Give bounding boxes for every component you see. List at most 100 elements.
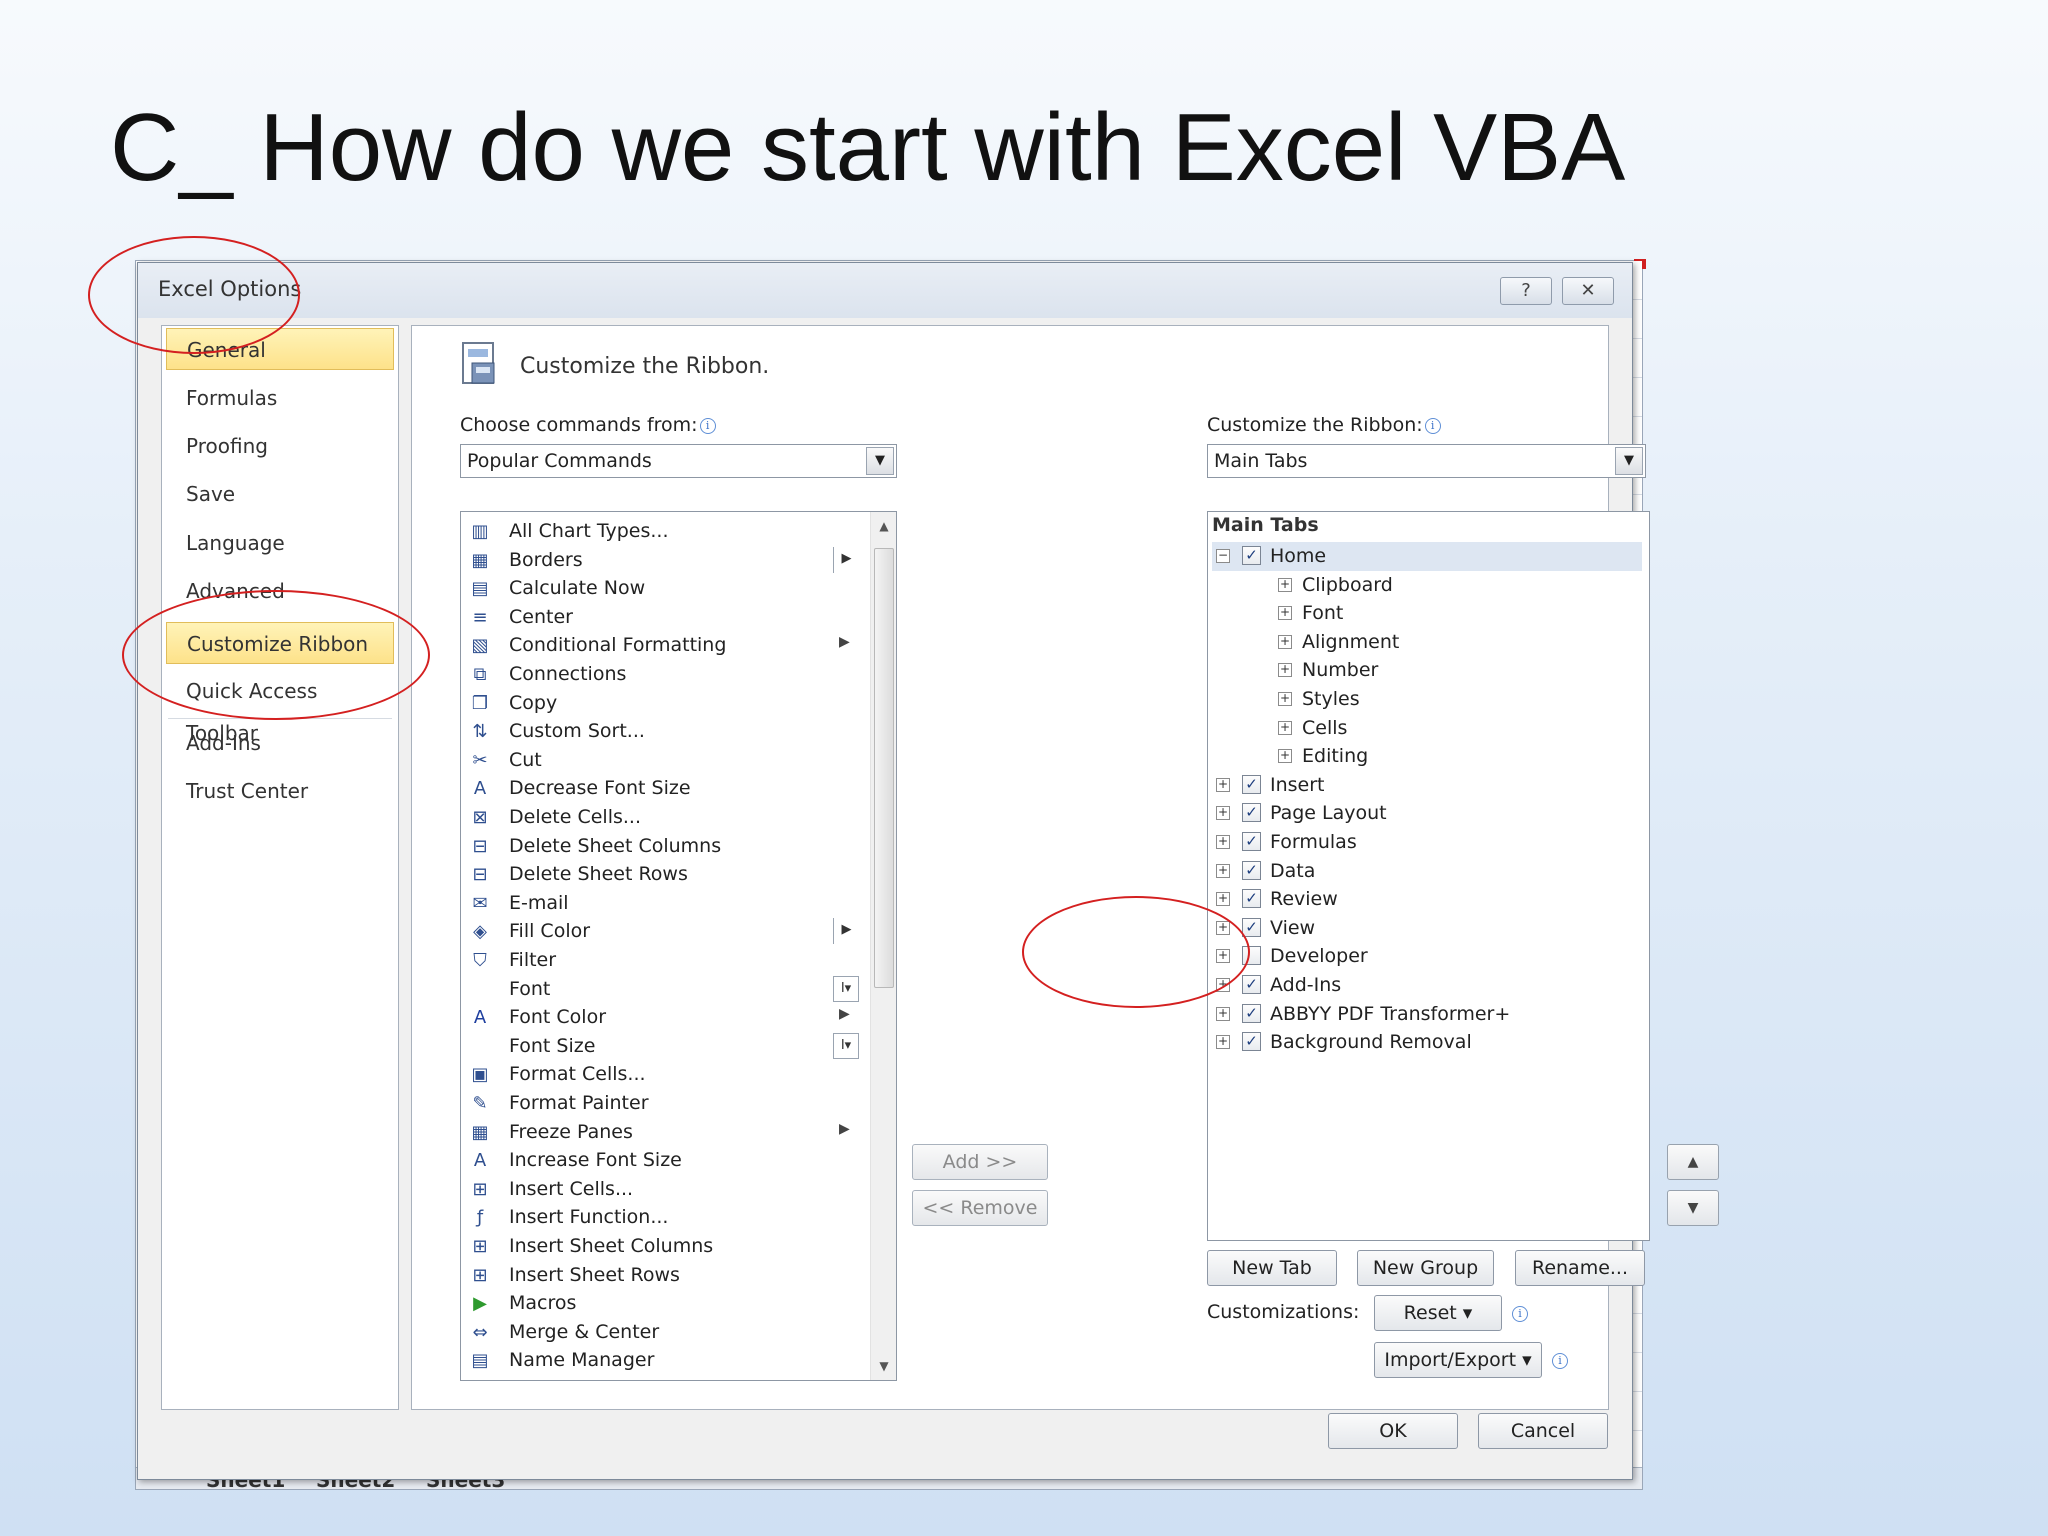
command-item[interactable]: ⛉ Filter: [461, 947, 861, 976]
command-item[interactable]: ▤ Name Manager: [461, 1347, 861, 1376]
command-item[interactable]: ✉ E-mail: [461, 890, 861, 919]
nav-language[interactable]: Language: [166, 522, 394, 564]
expand-icon[interactable]: +: [1278, 692, 1292, 706]
command-item[interactable]: ▧ Conditional Formatting ▶: [461, 632, 861, 661]
expand-icon[interactable]: +: [1216, 1006, 1230, 1021]
tree-tab-item[interactable]: + ✓ View: [1212, 914, 1642, 943]
commands-scrollbar[interactable]: ▲ ▼: [870, 512, 896, 1380]
command-item[interactable]: ▶ Macros: [461, 1290, 861, 1319]
tree-group-item[interactable]: + Alignment: [1212, 628, 1642, 657]
import-export-button[interactable]: Import/Export ▾: [1374, 1342, 1542, 1378]
tab-checkbox[interactable]: ✓: [1242, 1003, 1261, 1023]
rename-button[interactable]: Rename...: [1515, 1250, 1645, 1286]
tree-tab-item[interactable]: + ✓ ABBYY PDF Transformer+: [1212, 1000, 1642, 1029]
new-group-button[interactable]: New Group: [1357, 1250, 1494, 1286]
nav-save[interactable]: Save: [166, 473, 394, 515]
command-item[interactable]: ▣ Format Cells...: [461, 1061, 861, 1090]
tree-tab-item[interactable]: + ✓ Background Removal: [1212, 1028, 1642, 1057]
tab-checkbox[interactable]: ✓: [1242, 803, 1261, 823]
command-item[interactable]: ⊞ Insert Sheet Columns: [461, 1233, 861, 1262]
move-up-button[interactable]: ▲: [1667, 1144, 1719, 1180]
scroll-up-icon[interactable]: ▲: [871, 514, 896, 538]
command-item[interactable]: A Font Color ▶: [461, 1004, 861, 1033]
nav-formulas[interactable]: Formulas: [166, 377, 394, 419]
tree-tab-item[interactable]: + ✓ Add-Ins: [1212, 971, 1642, 1000]
tree-group-item[interactable]: + Editing: [1212, 742, 1642, 771]
nav-proofing[interactable]: Proofing: [166, 425, 394, 467]
new-tab-button[interactable]: New Tab: [1207, 1250, 1337, 1286]
expand-icon[interactable]: +: [1216, 892, 1230, 907]
expand-icon[interactable]: +: [1216, 806, 1230, 821]
ok-button[interactable]: OK: [1328, 1413, 1458, 1449]
command-item[interactable]: ❐ Copy: [461, 690, 861, 719]
tab-checkbox[interactable]: ✓: [1242, 889, 1261, 909]
command-item[interactable]: ✎ Format Painter: [461, 1090, 861, 1119]
expand-icon[interactable]: +: [1216, 1035, 1230, 1050]
command-item[interactable]: ⊠ Delete Cells...: [461, 804, 861, 833]
command-item[interactable]: A Decrease Font Size: [461, 775, 861, 804]
tree-tab-item[interactable]: + Developer: [1212, 942, 1642, 971]
expand-icon[interactable]: +: [1278, 663, 1292, 678]
tab-checkbox[interactable]: ✓: [1242, 546, 1261, 565]
tree-tab-item[interactable]: + ✓ Insert: [1212, 771, 1642, 800]
command-item[interactable]: ▦ Freeze Panes ▶: [461, 1119, 861, 1148]
tree-group-item[interactable]: + Cells: [1212, 714, 1642, 743]
customize-ribbon-dropdown[interactable]: Main Tabs ▼: [1207, 444, 1646, 478]
add-button[interactable]: Add >>: [912, 1144, 1048, 1180]
chevron-down-icon[interactable]: ▼: [1615, 447, 1643, 475]
command-item[interactable]: ✂ Cut: [461, 747, 861, 776]
command-item[interactable]: ƒ Insert Function...: [461, 1204, 861, 1233]
remove-button[interactable]: << Remove: [912, 1190, 1048, 1226]
command-item[interactable]: Font Size I▾: [461, 1032, 861, 1062]
expand-icon[interactable]: +: [1216, 777, 1230, 792]
command-item[interactable]: ≡ Center: [461, 604, 861, 633]
nav-trust-center[interactable]: Trust Center: [166, 770, 394, 812]
command-item[interactable]: ⊟ Delete Sheet Rows: [461, 861, 861, 890]
tree-group-item[interactable]: + Number: [1212, 656, 1642, 685]
commands-list[interactable]: ▲ ▼ ▥ All Chart Types... ▦ Borders ▶ ▤ Calcula…: [460, 511, 897, 1381]
tree-group-item[interactable]: + Font: [1212, 599, 1642, 628]
choose-commands-dropdown[interactable]: Popular Commands ▼: [460, 444, 897, 478]
tab-checkbox[interactable]: ✓: [1242, 975, 1261, 994]
command-item[interactable]: Font I▾: [461, 975, 861, 1005]
tab-checkbox[interactable]: ✓: [1242, 774, 1261, 794]
expand-icon[interactable]: +: [1278, 606, 1292, 621]
expand-icon[interactable]: +: [1278, 634, 1292, 649]
command-item[interactable]: ⇔ Merge & Center: [461, 1319, 861, 1348]
command-item[interactable]: ⧉ Connections: [461, 661, 861, 690]
expand-icon[interactable]: +: [1216, 835, 1230, 849]
command-item[interactable]: ⊞ Insert Cells...: [461, 1176, 861, 1205]
close-button[interactable]: ✕: [1562, 277, 1614, 305]
tab-checkbox[interactable]: ✓: [1242, 832, 1261, 851]
tree-tab-item[interactable]: + ✓ Page Layout: [1212, 799, 1642, 828]
tree-group-item[interactable]: + Clipboard: [1212, 571, 1642, 600]
tab-checkbox[interactable]: ✓: [1242, 1032, 1261, 1052]
cancel-button[interactable]: Cancel: [1478, 1413, 1608, 1449]
command-item[interactable]: ⊟ Delete Sheet Columns: [461, 833, 861, 862]
tree-group-item[interactable]: + Styles: [1212, 685, 1642, 714]
command-item[interactable]: ▤ Calculate Now: [461, 575, 861, 604]
chevron-down-icon[interactable]: ▼: [866, 447, 894, 475]
command-item[interactable]: ⇅ Custom Sort...: [461, 718, 861, 747]
scroll-down-icon[interactable]: ▼: [871, 1354, 896, 1378]
tree-tab-item[interactable]: − ✓ Home: [1212, 542, 1642, 571]
tree-tab-item[interactable]: + ✓ Data: [1212, 857, 1642, 886]
tab-checkbox[interactable]: ✓: [1242, 917, 1261, 937]
expand-icon[interactable]: +: [1278, 577, 1292, 592]
ribbon-tabs-tree[interactable]: Main Tabs − ✓ Home + Clipboard + Font + Alignmen…: [1207, 511, 1650, 1241]
tree-tab-item[interactable]: + ✓ Review: [1212, 885, 1642, 914]
expand-icon[interactable]: +: [1278, 749, 1292, 764]
reset-button[interactable]: Reset ▾: [1374, 1295, 1502, 1331]
nav-add-ins[interactable]: Add-Ins: [166, 722, 394, 764]
move-down-button[interactable]: ▼: [1667, 1190, 1719, 1226]
tree-tab-item[interactable]: + ✓ Formulas: [1212, 828, 1642, 857]
tab-checkbox[interactable]: ✓: [1242, 860, 1261, 880]
expand-icon[interactable]: +: [1216, 863, 1230, 878]
collapse-icon[interactable]: −: [1216, 549, 1230, 563]
help-button[interactable]: ?: [1500, 277, 1552, 305]
expand-icon[interactable]: +: [1278, 720, 1292, 735]
command-item[interactable]: ▦ Borders ▶: [461, 546, 861, 576]
command-item[interactable]: ◈ Fill Color ▶: [461, 918, 861, 947]
command-item[interactable]: ▥ All Chart Types...: [461, 518, 861, 547]
scroll-thumb[interactable]: [874, 548, 894, 988]
